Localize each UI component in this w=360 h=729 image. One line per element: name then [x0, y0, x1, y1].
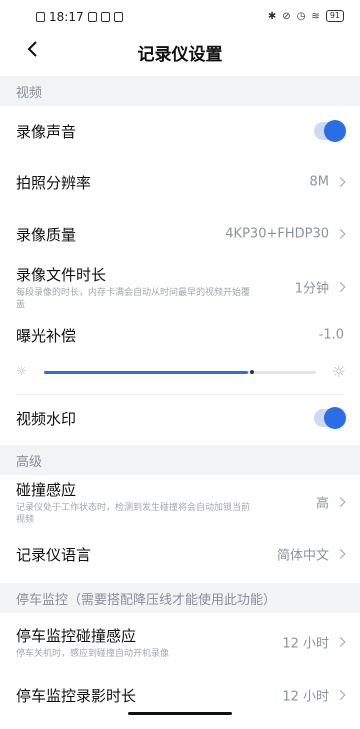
row-video-quality[interactable]: 录像质量 4KP30+FHDP30: [0, 208, 360, 260]
parking-collision-value: 12 小时: [282, 636, 329, 652]
collision-label: 碰撞感应: [16, 480, 77, 499]
exposure-slider-fill: [44, 371, 248, 374]
chevron-right-icon: [335, 549, 346, 559]
status-bar: 18:17 ✱ ⊘ ◷ ≋ 91: [0, 0, 360, 34]
record-sound-toggle[interactable]: [314, 120, 346, 142]
status-right: ✱ ⊘ ◷ ≋ 91: [268, 10, 344, 22]
nav-bar: 记录仪设置: [0, 34, 360, 68]
quality-label: 录像质量: [16, 225, 77, 244]
app-icon-2: [113, 12, 123, 22]
row-parking-collision[interactable]: 停车监控碰撞感应 停车关机时，感应到碰撞自动开机录像 12 小时: [0, 613, 360, 671]
brightness-low-icon: ☼: [16, 364, 27, 378]
row-language[interactable]: 记录仪语言 简体中文: [0, 529, 360, 579]
parking-duration-label: 停车监控录影时长: [16, 686, 137, 705]
language-label: 记录仪语言: [16, 545, 92, 564]
home-indicator[interactable]: [128, 712, 232, 715]
section-video: 视频: [0, 76, 360, 106]
battery-icon: 91: [325, 10, 344, 22]
app-icon: [100, 12, 110, 22]
quality-value: 4KP30+FHDP30: [225, 226, 329, 242]
duration-desc: 每段录像的时长，内存卡满会自动从时间最早的视频开始覆盖: [16, 287, 251, 310]
sim-icon: [36, 12, 45, 22]
duration-value: 1分钟: [294, 281, 329, 297]
parking-duration-value: 12 小时: [282, 689, 329, 705]
alarm-icon: ◷: [296, 10, 306, 22]
record-sound-label: 录像声音: [16, 122, 77, 141]
exposure-label: 曝光补偿: [16, 326, 77, 345]
duration-label: 录像文件时长: [16, 265, 107, 284]
row-collision[interactable]: 碰撞感应 记录仪处于工作状态时，检测到发生碰撞将会自动加锁当前视频 高: [0, 475, 360, 529]
row-file-duration[interactable]: 录像文件时长 每段录像的时长，内存卡满会自动从时间最早的视频开始覆盖 1分钟: [0, 260, 360, 314]
notification-icon: [87, 12, 97, 22]
chevron-right-icon: [335, 282, 346, 292]
collision-value: 高: [315, 496, 329, 512]
watermark-toggle[interactable]: [314, 407, 346, 429]
parking-collision-desc: 停车关机时，感应到碰撞自动开机录像: [16, 648, 170, 659]
row-photo-resolution[interactable]: 拍照分辨率 8M: [0, 156, 360, 208]
toggle-knob: [324, 407, 346, 429]
parking-collision-label: 停车监控碰撞感应: [16, 626, 137, 645]
section-parking: 停车监控（需要搭配降压线才能使用此功能）: [0, 583, 360, 613]
chevron-right-icon: [335, 177, 346, 187]
chevron-right-icon: [335, 637, 346, 647]
toggle-knob: [324, 120, 346, 142]
photo-res-label: 拍照分辨率: [16, 173, 92, 192]
mute-icon: ⊘: [282, 10, 291, 22]
exposure-slider-row: ☼ ☼: [0, 356, 360, 388]
status-time: 18:17: [49, 10, 84, 24]
language-value: 简体中文: [276, 548, 329, 564]
chevron-right-icon: [335, 497, 346, 507]
exposure-slider[interactable]: [44, 370, 316, 374]
exposure-slider-handle[interactable]: [250, 370, 254, 374]
chevron-right-icon: [335, 229, 346, 239]
collision-desc: 记录仪处于工作状态时，检测到发生碰撞将会自动加锁当前视频: [16, 502, 251, 525]
photo-res-value: 8M: [309, 174, 330, 190]
chevron-right-icon: [335, 690, 346, 700]
section-advanced: 高级: [0, 445, 360, 475]
status-left: 18:17: [36, 10, 123, 24]
page-title: 记录仪设置: [137, 45, 223, 65]
row-watermark: 视频水印: [0, 395, 360, 441]
row-record-sound: 录像声音: [0, 106, 360, 156]
row-exposure: 曝光补偿 -1.0: [0, 314, 360, 356]
watermark-label: 视频水印: [16, 409, 77, 428]
brightness-high-icon: ☼: [331, 362, 346, 381]
bluetooth-icon: ✱: [267, 10, 277, 22]
wifi-icon: ≋: [311, 10, 320, 22]
exposure-value: -1.0: [318, 327, 344, 343]
